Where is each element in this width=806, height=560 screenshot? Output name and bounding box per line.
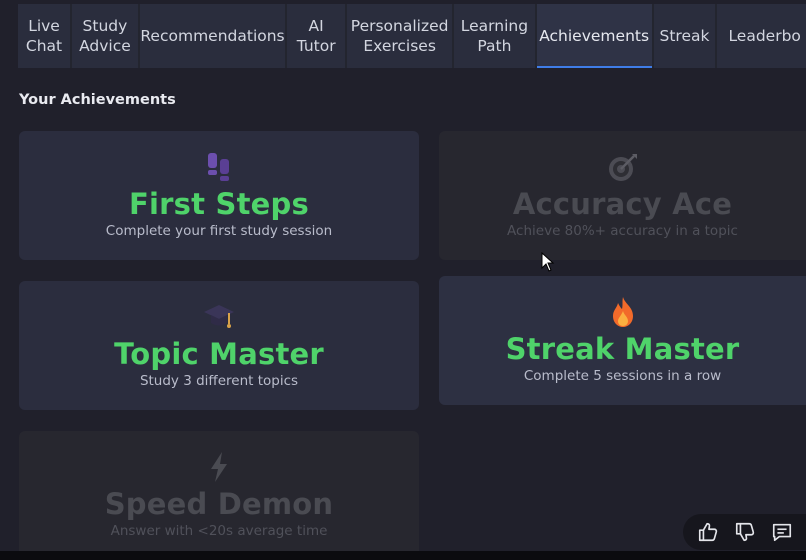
tab-leaderboard[interactable]: Leaderbo <box>717 4 806 68</box>
feedback-toolbar <box>683 514 806 550</box>
achievement-title: Accuracy Ace <box>512 187 733 221</box>
tab-achievements[interactable]: Achievements <box>536 4 654 68</box>
achievement-card-accuracy-ace: Accuracy Ace Achieve 80%+ accuracy in a … <box>439 131 806 260</box>
target-icon <box>606 149 640 185</box>
mouse-cursor <box>541 251 555 276</box>
achievement-title: Speed Demon <box>104 487 334 521</box>
tab-live-chat[interactable]: Live Chat <box>18 4 73 68</box>
achievement-card-speed-demon: Speed Demon Answer with <20s average tim… <box>19 431 419 560</box>
achievement-title: Streak Master <box>505 332 740 366</box>
tab-streak[interactable]: Streak <box>653 4 718 68</box>
lightning-icon <box>202 449 236 485</box>
achievement-description: Achieve 80%+ accuracy in a topic <box>507 223 738 239</box>
achievement-description: Answer with <20s average time <box>110 523 328 539</box>
tab-ai-tutor[interactable]: AI Tutor <box>287 4 348 68</box>
achievement-description: Study 3 different topics <box>139 373 299 389</box>
tab-recommendations[interactable]: Recommendations <box>139 4 288 68</box>
fire-icon <box>606 294 640 330</box>
achievement-card-streak-master: Streak Master Complete 5 sessions in a r… <box>439 276 806 405</box>
achievement-card-first-steps: First Steps Complete your first study se… <box>19 131 419 260</box>
achievement-card-topic-master: Topic Master Study 3 different topics <box>19 281 419 410</box>
thumbs-up-icon[interactable] <box>694 518 722 546</box>
tab-bar: Live Chat Study Advice Recommendations A… <box>18 4 806 68</box>
tab-study-advice[interactable]: Study Advice <box>72 4 140 68</box>
achievement-description: Complete 5 sessions in a row <box>523 368 722 384</box>
bottom-bar <box>0 551 806 560</box>
graduation-cap-icon <box>202 299 236 335</box>
achievement-description: Complete your first study session <box>105 223 333 239</box>
tab-personalized-exercises[interactable]: Personalized Exercises <box>347 4 455 68</box>
section-title: Your Achievements <box>19 92 176 108</box>
footprints-icon <box>202 149 236 185</box>
tab-learning-path[interactable]: Learning Path <box>454 4 537 68</box>
thumbs-down-icon[interactable] <box>731 518 759 546</box>
comment-icon[interactable] <box>768 518 796 546</box>
achievement-title: Topic Master <box>114 337 324 371</box>
achievement-title: First Steps <box>129 187 309 221</box>
